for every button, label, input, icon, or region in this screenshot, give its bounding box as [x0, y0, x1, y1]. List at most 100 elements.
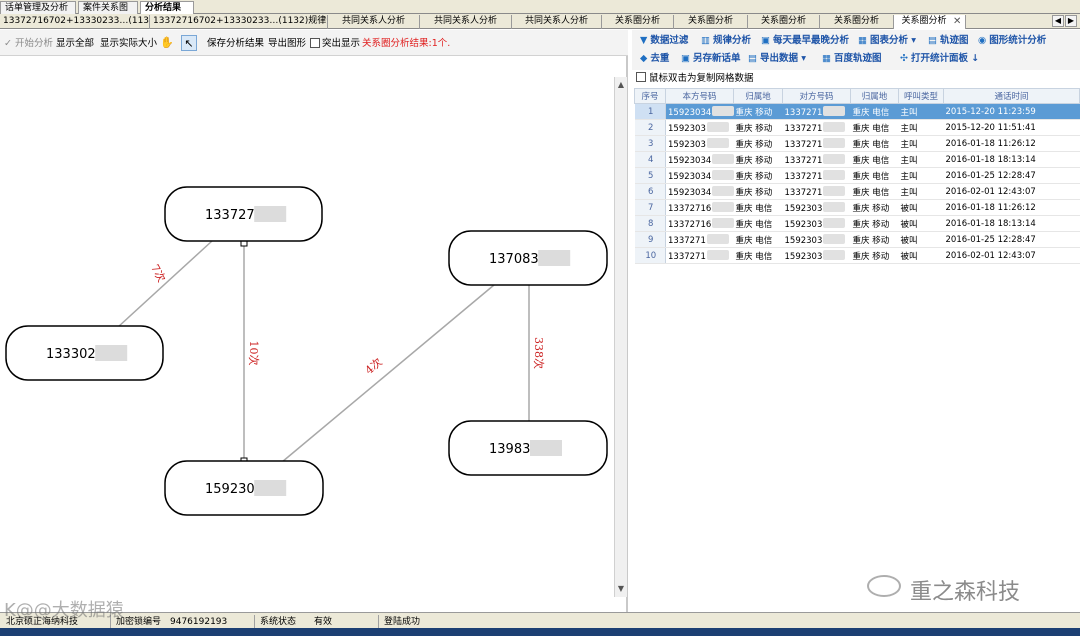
table-cell[interactable]: 重庆 电信 [850, 103, 899, 120]
tab-bill-analysis[interactable]: 话单管理及分析 [0, 1, 76, 14]
table-row[interactable]: 3 1592303 重庆 移动 1337271 重庆 电信 主叫 2016-01-18 11… [634, 135, 1080, 152]
tab-circle-2[interactable]: 关系圈分析 [674, 15, 748, 29]
row-index[interactable]: 10 [634, 247, 666, 264]
vertical-scrollbar[interactable]: ▲ ▼ [614, 77, 627, 597]
table-cell[interactable]: 重庆 移动 [733, 119, 783, 136]
table-cell[interactable]: 主叫 [898, 119, 944, 136]
table-cell[interactable]: 2016-01-18 11:26:12 [943, 199, 1080, 216]
pattern-analysis-button[interactable]: ▥ 规律分析 [701, 34, 751, 48]
tab-circle-4[interactable]: 关系圈分析 [820, 15, 894, 29]
row-index[interactable]: 1 [634, 103, 666, 120]
table-cell[interactable]: 重庆 移动 [733, 167, 783, 184]
tab-analysis-result[interactable]: 分析结果 [140, 1, 194, 14]
table-cell[interactable]: 重庆 移动 [850, 247, 899, 264]
table-cell[interactable]: 重庆 移动 [733, 151, 783, 168]
graph-canvas[interactable]: 7次 10次 4次 338次 133727 133302 159230 137083 13983… [0, 57, 626, 636]
earliest-latest-button[interactable]: ▣ 每天最早最晚分析 [761, 34, 849, 48]
table-cell[interactable]: 1592303 [665, 119, 734, 136]
table-cell[interactable]: 15923034 [665, 103, 734, 120]
tab-scroll-left-icon[interactable]: ◀ [1052, 15, 1064, 27]
table-cell[interactable]: 被叫 [898, 215, 944, 232]
stats-panel-button[interactable]: ✣ 打开统计面板 ↓ [900, 52, 979, 66]
table-cell[interactable]: 重庆 电信 [733, 231, 783, 248]
hand-tool-icon[interactable]: ✋ [159, 35, 175, 51]
table-cell[interactable]: 重庆 电信 [850, 183, 899, 200]
table-cell[interactable]: 13372716 [665, 215, 734, 232]
table-cell[interactable]: 主叫 [898, 183, 944, 200]
row-index[interactable]: 6 [634, 183, 666, 200]
table-cell[interactable]: 2015-12-20 11:51:41 [943, 119, 1080, 136]
scroll-up-icon[interactable]: ▲ [615, 79, 627, 90]
table-cell[interactable]: 重庆 电信 [733, 247, 783, 264]
table-row[interactable]: 9 1337271 重庆 电信 1592303 重庆 移动 被叫 2016-01-25 12… [634, 231, 1080, 248]
table-cell[interactable]: 2016-01-18 18:13:14 [943, 215, 1080, 232]
copy-option-checkbox[interactable] [636, 72, 646, 82]
dedupe-button[interactable]: ◆ 去重 [640, 52, 669, 66]
table-row[interactable]: 1 15923034 重庆 移动 1337271 重庆 电信 主叫 2015-12-20 1… [634, 103, 1080, 120]
col-own-number[interactable]: 本方号码 [665, 88, 734, 104]
row-index[interactable]: 8 [634, 215, 666, 232]
table-cell[interactable]: 主叫 [898, 135, 944, 152]
col-index[interactable]: 序号 [634, 88, 666, 104]
scroll-down-icon[interactable]: ▼ [615, 583, 627, 594]
tab-circle-1[interactable]: 关系圈分析 [602, 15, 674, 29]
pointer-tool-icon[interactable]: ↖ [181, 35, 197, 51]
export-data-button[interactable]: ▤ 导出数据 ▾ [748, 52, 806, 66]
tab-common-contacts-3[interactable]: 共同关系人分析 [512, 15, 602, 29]
table-cell[interactable]: 被叫 [898, 199, 944, 216]
row-index[interactable]: 2 [634, 119, 666, 136]
filter-button[interactable]: ▼ 数据过滤 [640, 34, 688, 48]
baidu-track-button[interactable]: ▦ 百度轨迹图 [822, 52, 882, 66]
table-cell[interactable]: 重庆 移动 [850, 215, 899, 232]
tab-circle-3[interactable]: 关系圈分析 [748, 15, 820, 29]
table-cell[interactable]: 重庆 移动 [850, 199, 899, 216]
row-index[interactable]: 7 [634, 199, 666, 216]
table-cell[interactable]: 主叫 [898, 103, 944, 120]
export-image-button[interactable]: 导出图形 [268, 37, 306, 51]
table-cell[interactable]: 重庆 移动 [850, 231, 899, 248]
tab-call-record[interactable]: 13372716702+13330233…(1132) [0, 15, 150, 29]
table-cell[interactable]: 15923034 [665, 151, 734, 168]
tab-scroll-right-icon[interactable]: ▶ [1065, 15, 1077, 27]
tab-pattern-analysis[interactable]: 13372716702+13330233…(1132)规律分析 [150, 15, 328, 29]
table-cell[interactable]: 1337271 [782, 119, 851, 136]
row-index[interactable]: 5 [634, 167, 666, 184]
table-cell[interactable]: 1592303 [782, 199, 851, 216]
table-row[interactable]: 4 15923034 重庆 移动 1337271 重庆 电信 主叫 2016-01-18 1… [634, 151, 1080, 168]
save-as-button[interactable]: ▣ 另存新话单 [681, 52, 741, 66]
table-cell[interactable]: 主叫 [898, 151, 944, 168]
col-call-time[interactable]: 通话时间 [943, 88, 1080, 104]
table-cell[interactable]: 重庆 电信 [850, 119, 899, 136]
col-call-type[interactable]: 呼叫类型 [898, 88, 944, 104]
table-cell[interactable]: 被叫 [898, 247, 944, 264]
copy-option[interactable]: 鼠标双击为复制网格数据 [636, 72, 754, 86]
save-result-button[interactable]: 保存分析结果 [207, 37, 264, 51]
col-peer-location[interactable]: 归属地 [850, 88, 899, 104]
table-cell[interactable]: 15923034 [665, 167, 734, 184]
table-cell[interactable]: 重庆 电信 [850, 167, 899, 184]
table-cell[interactable]: 被叫 [898, 231, 944, 248]
table-cell[interactable]: 1337271 [665, 247, 734, 264]
table-row[interactable]: 2 1592303 重庆 移动 1337271 重庆 电信 主叫 2015-12-20 11… [634, 119, 1080, 136]
table-row[interactable]: 5 15923034 重庆 移动 1337271 重庆 电信 主叫 2016-01-25 1… [634, 167, 1080, 184]
call-record-table[interactable]: 序号 本方号码 归属地 对方号码 归属地 呼叫类型 通话时间 1 15923034… [634, 88, 1080, 264]
table-cell[interactable]: 1337271 [782, 103, 851, 120]
graph-stats-button[interactable]: ◉ 图形统计分析 [978, 34, 1046, 48]
table-row[interactable]: 7 13372716 重庆 电信 1592303 重庆 移动 被叫 2016-01-18 1… [634, 199, 1080, 216]
table-cell[interactable]: 重庆 电信 [733, 215, 783, 232]
table-cell[interactable]: 2016-01-25 12:28:47 [943, 231, 1080, 248]
table-cell[interactable]: 1592303 [782, 247, 851, 264]
table-cell[interactable]: 重庆 电信 [733, 199, 783, 216]
table-cell[interactable]: 1592303 [665, 135, 734, 152]
chart-analysis-button[interactable]: ▦ 图表分析 ▾ [858, 34, 916, 48]
table-cell[interactable]: 2016-02-01 12:43:07 [943, 183, 1080, 200]
highlight-checkbox[interactable] [310, 38, 320, 48]
table-cell[interactable]: 2015-12-20 11:23:59 [943, 103, 1080, 120]
actual-size-button[interactable]: 显示实际大小 [100, 37, 157, 51]
table-cell[interactable]: 2016-01-25 12:28:47 [943, 167, 1080, 184]
table-cell[interactable]: 1337271 [782, 183, 851, 200]
table-cell[interactable]: 2016-01-18 18:13:14 [943, 151, 1080, 168]
table-cell[interactable]: 1337271 [665, 231, 734, 248]
table-cell[interactable]: 1592303 [782, 215, 851, 232]
start-analysis-button[interactable]: ✓ 开始分析 [4, 37, 53, 51]
